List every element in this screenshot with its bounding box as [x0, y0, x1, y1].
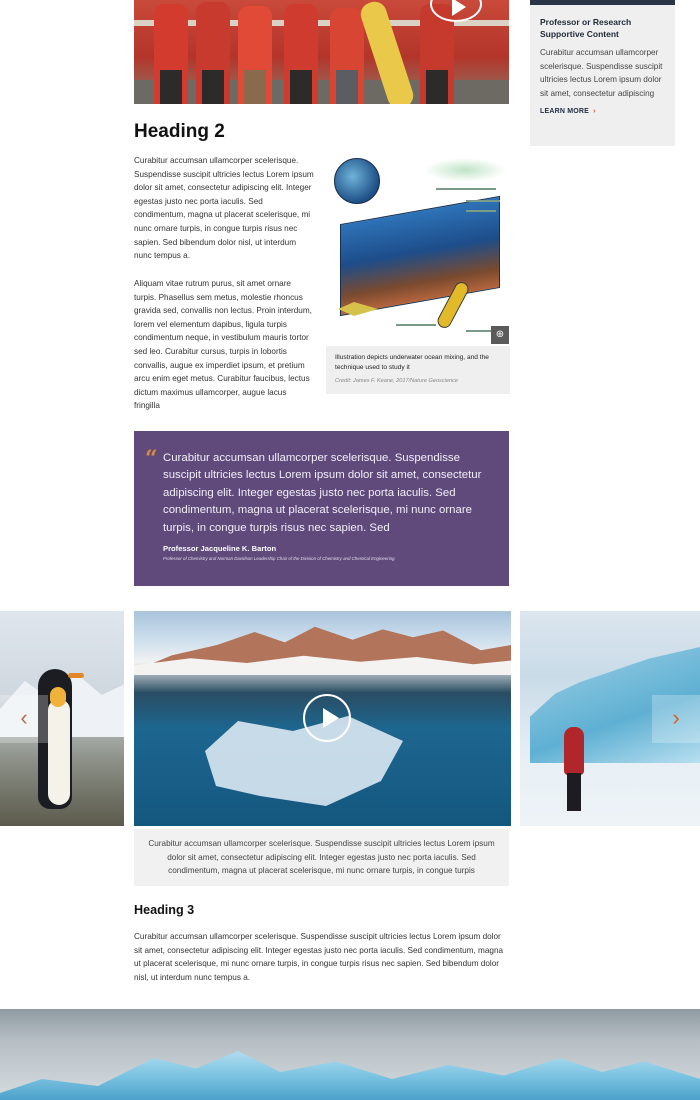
annotation-line	[436, 188, 496, 190]
annotation-line	[466, 200, 500, 202]
crew-member	[154, 4, 188, 104]
figure-credit: Credit: James F. Keane, 2017/Nature Geos…	[335, 378, 459, 384]
crew-member	[238, 6, 272, 104]
explorer-figure	[564, 727, 584, 813]
body-paragraph: Curabitur accumsan ullamcorper scelerisq…	[134, 156, 314, 261]
learn-more-label: LEARN MORE	[540, 108, 590, 115]
crew-member	[196, 2, 230, 104]
figure-caption: Illustration depicts underwater ocean mi…	[335, 354, 489, 371]
zoom-in-icon[interactable]: ⊕	[491, 326, 509, 344]
pull-quote: “ Curabitur accumsan ullamcorper sceleri…	[134, 431, 509, 586]
carousel-caption: Curabitur accumsan ullamcorper scelerisq…	[134, 829, 509, 886]
quote-author: Professor Jacqueline K. Barton	[163, 544, 277, 553]
body-paragraph: Curabitur accumsan ullamcorper scelerisq…	[134, 932, 504, 982]
card-image-strip	[530, 0, 675, 5]
sidebar-text: Curabitur accumsan ullamcorper scelerisq…	[540, 48, 663, 98]
quote-author-role: Professor of Chemistry and Norman Davids…	[163, 556, 395, 561]
globe-illustration	[334, 158, 380, 204]
watercolor-wash	[424, 158, 506, 182]
hero-video[interactable]	[134, 0, 509, 104]
quote-text: Curabitur accumsan ullamcorper scelerisq…	[163, 452, 482, 534]
heading-2: Heading 2	[134, 121, 225, 142]
annotation-line	[396, 324, 436, 326]
play-icon[interactable]	[303, 694, 351, 742]
carousel-next-button[interactable]: ›	[652, 695, 700, 743]
iceberg-banner-image	[0, 1009, 700, 1100]
crew-member	[284, 4, 318, 104]
crew-member	[330, 8, 364, 104]
learn-more-link[interactable]: LEARN MORE ›	[540, 108, 665, 115]
heading-3: Heading 3	[134, 903, 195, 917]
quote-mark-icon: “	[145, 446, 158, 472]
iceberg	[0, 1051, 700, 1100]
ocean-mixing-figure: Illustration depicts underwater ocean mi…	[326, 152, 510, 394]
body-paragraph: Aliquam vitae rutrum purus, sit amet orn…	[134, 279, 312, 411]
ocean-mixing-illustration	[326, 152, 510, 346]
carousel-prev-button[interactable]: ‹	[0, 695, 48, 743]
annotation-line	[466, 210, 496, 212]
ocean-cross-section	[340, 195, 500, 317]
supportive-content-card: Professor or Research Supportive Content…	[530, 0, 675, 146]
chevron-right-icon: ›	[593, 108, 596, 115]
sidebar-title: Professor or Research Supportive Content	[540, 17, 632, 39]
